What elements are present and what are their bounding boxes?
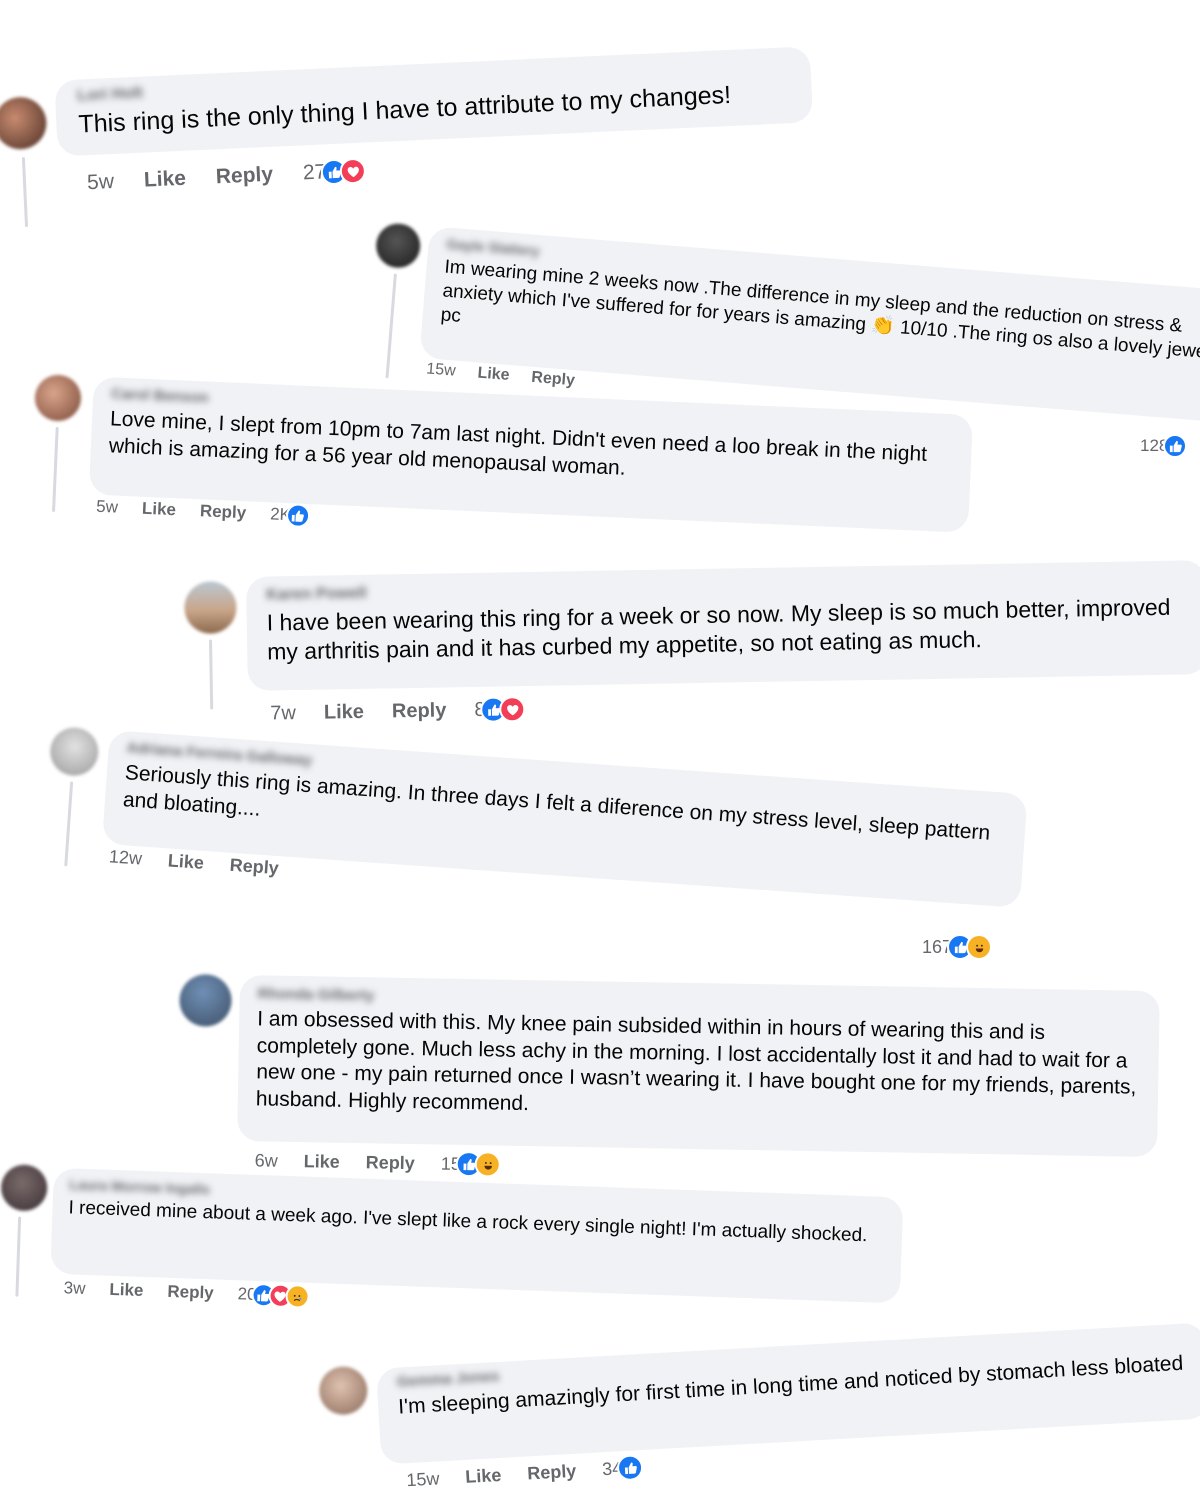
thread-line bbox=[209, 639, 214, 710]
thread-line bbox=[385, 273, 397, 379]
comment-text: I have been wearing this ring for a week… bbox=[266, 593, 1171, 665]
love-reaction-icon bbox=[499, 696, 526, 723]
comment-4: Karen Powell I have been wearing this ri… bbox=[184, 560, 1200, 732]
reply-button[interactable]: Reply bbox=[392, 699, 447, 723]
reply-button[interactable]: Reply bbox=[199, 501, 247, 523]
thread-line bbox=[64, 781, 74, 867]
like-reaction-icon bbox=[1163, 434, 1188, 458]
comment-bubble: Lori Holt This ring is the only thing I … bbox=[54, 46, 814, 157]
reaction-summary[interactable]: 8 bbox=[474, 696, 526, 723]
like-button[interactable]: Like bbox=[304, 1151, 340, 1173]
comment-actions: 6w Like Reply 15 bbox=[255, 1147, 502, 1178]
timestamp[interactable]: 3w bbox=[63, 1278, 85, 1299]
avatar[interactable] bbox=[33, 374, 82, 422]
avatar[interactable] bbox=[179, 974, 232, 1027]
avatar[interactable] bbox=[48, 726, 100, 778]
comment-bubble: Adriana Ferreira Galloway Seriously this… bbox=[101, 730, 1028, 908]
reply-button[interactable]: Reply bbox=[215, 163, 273, 190]
comment-bubble: Gemma Jones I'm sleeping amazingly for f… bbox=[376, 1322, 1200, 1465]
timestamp[interactable]: 12w bbox=[108, 846, 142, 869]
timestamp[interactable]: 7w bbox=[270, 702, 296, 725]
reaction-summary[interactable]: 20 bbox=[237, 1282, 310, 1309]
timestamp[interactable]: 6w bbox=[255, 1150, 278, 1171]
reaction-summary[interactable]: 27 bbox=[302, 157, 367, 187]
avatar[interactable] bbox=[318, 1365, 369, 1416]
reply-button[interactable]: Reply bbox=[366, 1152, 415, 1174]
reaction-summary[interactable]: 15 bbox=[441, 1150, 502, 1178]
reply-button[interactable]: Reply bbox=[531, 369, 576, 390]
avatar[interactable] bbox=[374, 222, 422, 270]
reply-button[interactable]: Reply bbox=[167, 1282, 214, 1304]
thread-line bbox=[52, 426, 59, 512]
comment-bubble: Gayle Slattery Im wearing mine 2 weeks n… bbox=[419, 226, 1200, 425]
comment-actions: 7w Like Reply 8 bbox=[270, 696, 526, 726]
like-reaction-icon bbox=[616, 1454, 644, 1482]
haha-reaction-icon bbox=[474, 1151, 502, 1178]
like-button[interactable]: Like bbox=[324, 700, 364, 724]
like-button[interactable]: Like bbox=[142, 499, 177, 520]
like-button[interactable]: Like bbox=[143, 167, 186, 193]
comment-text: I am obsessed with this. My knee pain su… bbox=[255, 1007, 1137, 1116]
love-reaction-icon bbox=[339, 157, 367, 185]
like-button[interactable]: Like bbox=[465, 1464, 502, 1487]
comment-8: Gemma Jones I'm sleeping amazingly for f… bbox=[318, 1319, 1200, 1508]
reaction-summary[interactable]: 2K bbox=[270, 502, 311, 529]
avatar[interactable] bbox=[0, 1164, 48, 1212]
comment-5: Adriana Ferreira Galloway Seriously this… bbox=[40, 726, 1029, 964]
sad-reaction-icon bbox=[285, 1283, 310, 1309]
timestamp[interactable]: 5w bbox=[96, 497, 119, 518]
haha-reaction-icon bbox=[966, 934, 993, 960]
comment-bubble: Rhonda Gilberty I am obsessed with this.… bbox=[237, 975, 1160, 1158]
reply-button[interactable]: Reply bbox=[527, 1460, 577, 1484]
reaction-summary[interactable]: 34 bbox=[601, 1454, 644, 1482]
avatar[interactable] bbox=[0, 96, 48, 151]
comment-7: Laura Morrow Ingalls I received mine abo… bbox=[0, 1164, 904, 1345]
reaction-summary[interactable]: 128 bbox=[1140, 434, 1188, 458]
comment-1: Lori Holt This ring is the only thing I … bbox=[0, 0, 828, 228]
like-button[interactable]: Like bbox=[109, 1280, 144, 1301]
timestamp[interactable]: 15w bbox=[406, 1468, 440, 1491]
reaction-summary[interactable]: 167 bbox=[922, 934, 993, 960]
like-reaction-icon bbox=[285, 503, 311, 529]
timestamp[interactable]: 5w bbox=[87, 170, 115, 195]
avatar[interactable] bbox=[184, 581, 237, 634]
like-button[interactable]: Like bbox=[167, 850, 204, 873]
comment-6: Rhonda Gilberty I am obsessed with this.… bbox=[177, 974, 1170, 1191]
like-button[interactable]: Like bbox=[477, 364, 510, 385]
timestamp[interactable]: 15w bbox=[426, 360, 457, 380]
reply-button[interactable]: Reply bbox=[229, 855, 279, 879]
comment-actions: 5w Like Reply 27 bbox=[87, 157, 367, 197]
thread-line bbox=[21, 157, 29, 228]
comment-bubble: Karen Powell I have been wearing this ri… bbox=[245, 560, 1200, 691]
thread-line bbox=[15, 1216, 22, 1297]
